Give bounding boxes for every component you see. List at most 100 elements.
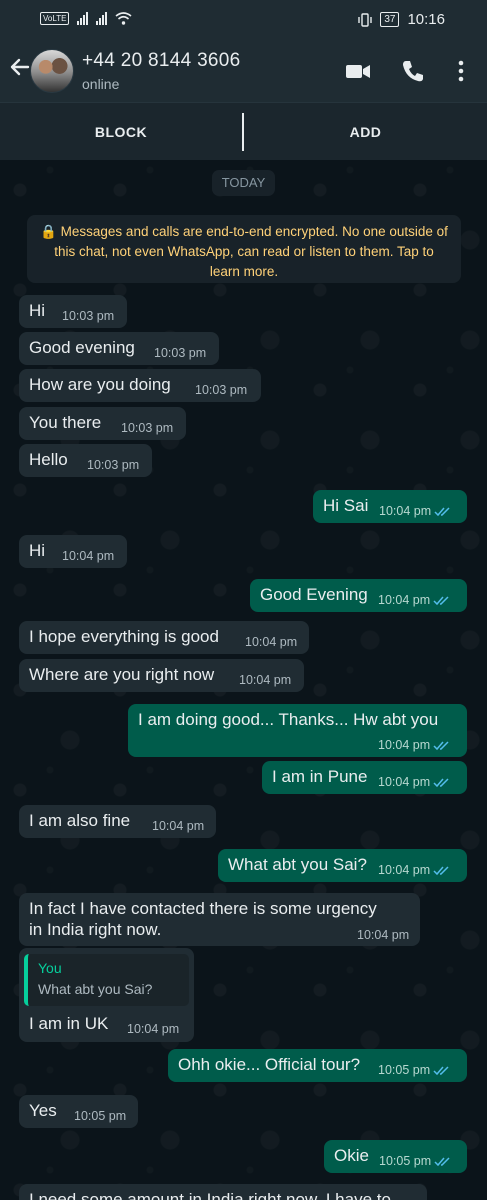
quote-author: You — [38, 960, 62, 976]
message-time: 10:03 pm — [195, 383, 248, 397]
read-receipt-icon — [433, 596, 449, 605]
message-incoming[interactable]: Yes 10:05 pm — [19, 1095, 138, 1128]
message-text: How are you doing — [29, 375, 171, 394]
back-arrow-icon[interactable] — [8, 56, 30, 78]
message-time: 10:04 pm — [62, 549, 115, 563]
message-incoming[interactable]: How are you doing 10:03 pm — [19, 369, 261, 402]
message-time: 10:04 pm — [357, 928, 410, 942]
message-time: 10:04 pm — [378, 593, 451, 607]
message-time: 10:03 pm — [154, 346, 207, 360]
message-time: 10:04 pm — [378, 863, 451, 877]
message-time: 10:05 pm — [74, 1109, 127, 1123]
message-time: 10:04 pm — [378, 738, 451, 752]
message-time: 10:03 pm — [87, 458, 140, 472]
volte-badge: VoLTE — [40, 12, 70, 25]
message-text: I hope everything is good — [29, 627, 219, 646]
message-incoming[interactable]: I hope everything is good 10:04 pm — [19, 621, 309, 654]
read-receipt-icon — [434, 1157, 450, 1166]
message-text: Good evening — [29, 338, 135, 357]
battery-level: 37 — [380, 12, 400, 27]
message-text: I am also fine — [29, 811, 131, 830]
message-outgoing[interactable]: I am in Pune 10:04 pm — [262, 761, 467, 794]
message-time: 10:04 pm — [239, 673, 292, 687]
video-call-icon[interactable] — [345, 58, 371, 84]
message-outgoing[interactable]: Okie 10:05 pm — [324, 1140, 467, 1173]
clock: 10:16 — [407, 11, 445, 28]
message-time-text: 10:04 pm — [379, 504, 432, 518]
message-text-line-2: in India right now. — [29, 920, 162, 939]
date-chip: TODAY — [212, 170, 275, 196]
more-options-icon[interactable] — [448, 58, 474, 84]
message-incoming[interactable]: Where are you right now 10:04 pm — [19, 659, 304, 692]
message-text: Hi Sai — [323, 496, 369, 515]
read-receipt-icon — [433, 778, 449, 787]
contact-name[interactable]: +44 20 8144 3606 — [82, 50, 241, 72]
vibrate-icon — [358, 12, 373, 27]
quoted-message[interactable]: You What abt you Sai? — [24, 954, 189, 1006]
message-outgoing[interactable]: Good Evening 10:04 pm — [250, 579, 467, 612]
read-receipt-icon — [434, 507, 450, 516]
phone-icon[interactable] — [400, 58, 426, 84]
message-time: 10:03 pm — [121, 421, 174, 435]
chat-area[interactable]: TODAY 🔒 Messages and calls are end-to-en… — [0, 160, 487, 1200]
message-time: 10:03 pm — [62, 309, 115, 323]
message-time: 10:04 pm — [152, 819, 205, 833]
message-time: 10:04 pm — [378, 775, 451, 789]
message-time: 10:05 pm — [379, 1154, 452, 1168]
message-time-text: 10:04 pm — [378, 775, 431, 789]
message-text: What abt you Sai? — [228, 855, 367, 874]
add-button[interactable]: ADD — [244, 103, 487, 161]
message-incoming[interactable]: Hi 10:04 pm — [19, 535, 127, 568]
message-text: Where are you right now — [29, 665, 215, 684]
status-bar: VoLTE 37 10:16 — [0, 0, 487, 40]
message-text: Ohh okie... Official tour? — [178, 1055, 361, 1074]
chat-header: +44 20 8144 3606 online — [0, 40, 487, 102]
message-text-line-1: In fact I have contacted there is some u… — [29, 899, 377, 918]
wifi-icon — [115, 12, 132, 25]
message-time-text: 10:05 pm — [379, 1154, 432, 1168]
message-text: Hi — [29, 301, 46, 320]
message-text: I need some amount in India right now. I… — [29, 1190, 391, 1200]
message-incoming[interactable]: You there 10:03 pm — [19, 407, 186, 440]
message-incoming[interactable]: Good evening 10:03 pm — [19, 332, 219, 365]
message-text: Hi — [29, 541, 46, 560]
message-outgoing[interactable]: Ohh okie... Official tour? 10:05 pm — [168, 1049, 467, 1082]
read-receipt-icon — [433, 741, 449, 750]
message-text: Good Evening — [260, 585, 368, 604]
signal-icon — [77, 12, 89, 25]
block-button[interactable]: BLOCK — [0, 103, 242, 161]
message-incoming[interactable]: I am also fine 10:04 pm — [19, 805, 216, 838]
message-text: Okie — [334, 1146, 369, 1165]
message-text: I am in Pune — [272, 767, 368, 786]
read-receipt-icon — [433, 1066, 449, 1075]
read-receipt-icon — [433, 866, 449, 875]
message-text: Hello — [29, 450, 68, 469]
message-outgoing[interactable]: I am doing good... Thanks... Hw abt you … — [128, 704, 467, 757]
avatar[interactable] — [30, 49, 74, 93]
message-text: I am doing good... Thanks... Hw abt you — [138, 710, 439, 729]
message-incoming[interactable]: Hi 10:03 pm — [19, 295, 127, 328]
message-time-text: 10:04 pm — [378, 738, 431, 752]
message-time: 10:04 pm — [379, 504, 452, 518]
message-text: I am in UK — [29, 1014, 109, 1033]
message-time: 10:05 pm — [378, 1063, 451, 1077]
message-time-text: 10:05 pm — [378, 1063, 431, 1077]
message-text: Yes — [29, 1101, 57, 1120]
message-incoming[interactable]: I need some amount in India right now. I… — [19, 1184, 427, 1200]
status-left: VoLTE — [40, 12, 132, 25]
message-time-text: 10:04 pm — [378, 863, 431, 877]
signal-2-icon — [96, 12, 108, 25]
quote-text: What abt you Sai? — [38, 981, 153, 997]
encryption-notice[interactable]: 🔒 Messages and calls are end-to-end encr… — [27, 215, 461, 283]
message-time: 10:04 pm — [245, 635, 298, 649]
unknown-contact-bar: BLOCK ADD — [0, 102, 487, 160]
message-text: You there — [29, 413, 102, 432]
message-incoming[interactable]: In fact I have contacted there is some u… — [19, 893, 420, 946]
contact-status: online — [82, 76, 120, 92]
message-incoming-reply[interactable]: You What abt you Sai? I am in UK 10:04 p… — [19, 948, 194, 1042]
status-right: 37 10:16 — [358, 11, 445, 28]
message-incoming[interactable]: Hello 10:03 pm — [19, 444, 152, 477]
message-outgoing[interactable]: What abt you Sai? 10:04 pm — [218, 849, 467, 882]
message-outgoing[interactable]: Hi Sai 10:04 pm — [313, 490, 467, 523]
message-time: 10:04 pm — [127, 1022, 180, 1036]
